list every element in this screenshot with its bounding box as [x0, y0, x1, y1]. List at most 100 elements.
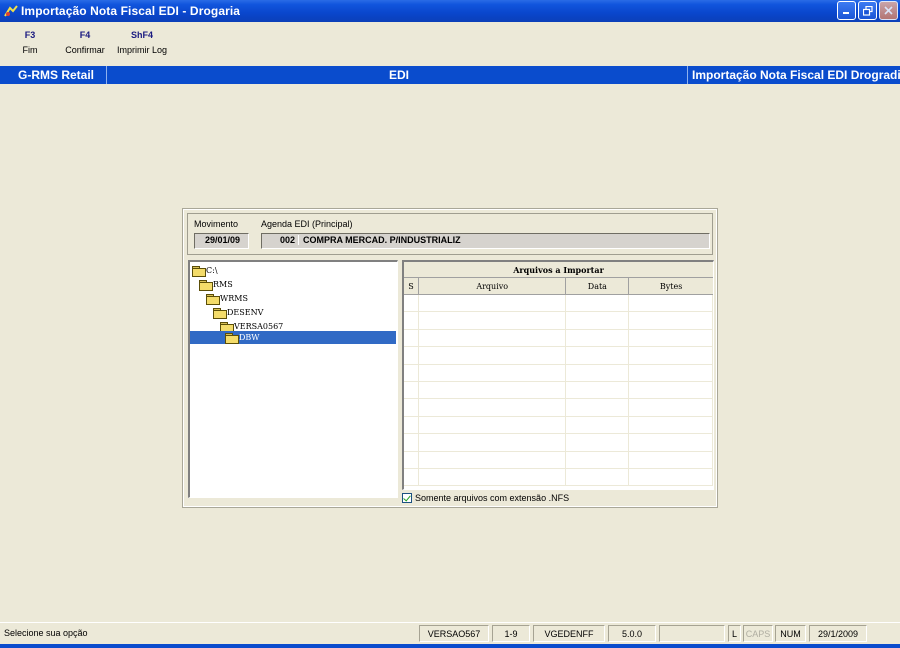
band-system-name: G-RMS Retail — [18, 68, 95, 82]
table-cell — [404, 347, 419, 364]
tree-node[interactable]: RMS — [199, 278, 233, 291]
status-page: 1-9 — [492, 625, 530, 642]
function-key-toolbar: F3 Fim F4 Confirmar ShF4 Imprimir Log — [0, 30, 900, 64]
table-row[interactable] — [404, 468, 713, 487]
status-bar: Selecione sua opção VERSAO567 1-9 VGEDEN… — [0, 622, 900, 644]
table-cell — [404, 295, 419, 312]
table-cell — [629, 451, 713, 468]
table-cell — [419, 416, 567, 434]
band-separator — [687, 66, 688, 84]
files-grid[interactable]: Arquivos a Importar S Arquivo Data Bytes — [402, 260, 714, 490]
table-cell — [404, 451, 419, 468]
checkbox-checked-icon[interactable] — [402, 493, 412, 503]
folder-open-icon — [213, 307, 227, 319]
agenda-field[interactable]: 002 COMPRA MERCAD. P/INDUSTRIALIZ — [261, 233, 710, 249]
shf4-imprimir-log-button[interactable]: ShF4 Imprimir Log — [113, 30, 171, 55]
tree-node-label: C:\ — [206, 266, 218, 275]
fkey-code: F3 — [24, 30, 36, 40]
table-row[interactable] — [404, 434, 713, 452]
f3-fim-button[interactable]: F3 Fim — [18, 30, 42, 55]
status-message: Selecione sua opção — [4, 628, 88, 638]
band-separator — [106, 66, 107, 84]
fkey-code: F4 — [79, 30, 91, 40]
import-panel: Movimento Agenda EDI (Principal) 29/01/0… — [182, 208, 718, 508]
module-band: G-RMS Retail EDI Importação Nota Fiscal … — [0, 66, 900, 84]
tree-node[interactable]: C:\ — [192, 264, 218, 277]
status-release: 5.0.0 — [608, 625, 656, 642]
table-row[interactable] — [404, 312, 713, 330]
table-row[interactable] — [404, 295, 713, 313]
close-icon[interactable] — [879, 1, 898, 20]
agenda-label: Agenda EDI (Principal) — [261, 219, 353, 229]
table-cell — [566, 434, 630, 451]
table-row[interactable] — [404, 451, 713, 469]
fkey-label: Imprimir Log — [116, 45, 167, 55]
minimize-icon[interactable] — [837, 1, 856, 20]
table-row[interactable] — [404, 381, 713, 400]
table-cell — [419, 347, 567, 364]
grid-title: Arquivos a Importar — [404, 262, 713, 278]
table-cell — [419, 434, 567, 451]
grid-header: S Arquivo Data Bytes — [404, 278, 713, 295]
grid-body — [404, 295, 713, 487]
tree-node-label: WRMS — [220, 294, 248, 303]
band-program-name: Importação Nota Fiscal EDI Drogradia — [692, 68, 900, 82]
status-caps: CAPS — [743, 625, 773, 642]
status-version: VERSAO567 — [419, 625, 489, 642]
table-cell — [404, 416, 419, 434]
table-cell — [404, 329, 419, 347]
table-cell — [629, 381, 713, 399]
table-cell — [404, 381, 419, 399]
movimento-label: Movimento — [194, 219, 239, 229]
table-cell — [419, 451, 567, 468]
col-header-data[interactable]: Data — [566, 278, 630, 294]
table-row[interactable] — [404, 329, 713, 348]
folder-tree[interactable]: C:\ RMS WRMS DESENV VERSA0567 DBW — [188, 260, 398, 498]
col-header-s[interactable]: S — [404, 278, 419, 294]
table-cell — [566, 416, 630, 434]
agenda-description: COMPRA MERCAD. P/INDUSTRIALIZ — [303, 235, 461, 245]
col-header-arquivo[interactable]: Arquivo — [419, 278, 567, 294]
tree-node[interactable]: DESENV — [213, 306, 263, 319]
col-header-bytes[interactable]: Bytes — [629, 278, 713, 294]
table-cell — [566, 312, 630, 329]
table-cell — [404, 312, 419, 329]
tree-node-label: VERSA0567 — [234, 322, 284, 331]
tree-node-label: RMS — [213, 280, 233, 289]
table-cell — [629, 416, 713, 434]
table-cell — [419, 329, 567, 347]
table-cell — [419, 364, 567, 381]
f4-confirmar-button[interactable]: F4 Confirmar — [62, 30, 108, 55]
table-row[interactable] — [404, 416, 713, 435]
table-row[interactable] — [404, 347, 713, 365]
table-row[interactable] — [404, 399, 713, 417]
table-cell — [419, 312, 567, 329]
table-cell — [404, 434, 419, 451]
folder-open-icon — [225, 332, 239, 344]
status-num: NUM — [775, 625, 806, 642]
status-l: L — [728, 625, 741, 642]
table-cell — [566, 381, 630, 399]
table-cell — [566, 451, 630, 468]
restore-icon[interactable] — [858, 1, 877, 20]
table-cell — [629, 434, 713, 451]
tree-node-label: DESENV — [227, 308, 264, 317]
title-bar[interactable]: Importação Nota Fiscal EDI - Drogaria — [0, 0, 900, 22]
table-cell — [419, 399, 567, 416]
fkey-label: Confirmar — [65, 45, 105, 55]
table-cell — [566, 295, 630, 312]
tree-node-selected[interactable]: DBW — [190, 331, 396, 344]
table-cell — [629, 364, 713, 381]
band-module-name: EDI — [389, 68, 410, 82]
folder-open-icon — [192, 265, 206, 277]
movimento-field[interactable]: 29/01/09 — [194, 233, 249, 249]
window-title: Importação Nota Fiscal EDI - Drogaria — [21, 4, 241, 18]
nfs-only-checkbox[interactable]: Somente arquivos com extensão .NFS — [402, 493, 569, 503]
folder-open-icon — [220, 321, 234, 333]
table-row[interactable] — [404, 364, 713, 382]
folder-open-icon — [206, 293, 220, 305]
table-cell — [566, 347, 630, 364]
agenda-code: 002 — [262, 235, 299, 245]
tree-node[interactable]: WRMS — [206, 292, 248, 305]
table-cell — [629, 295, 713, 312]
